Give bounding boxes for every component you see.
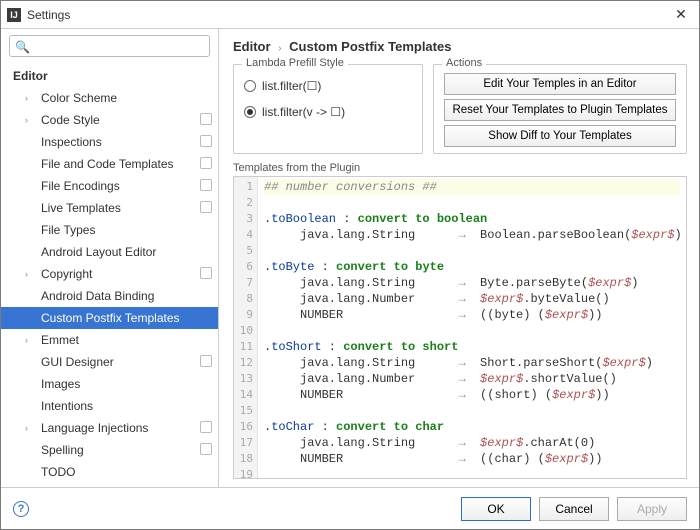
sidebar-item-custom-postfix-templates[interactable]: Custom Postfix Templates [1,307,218,329]
actions-legend: Actions [442,57,486,69]
lambda-option-2[interactable]: list.filter(v -> ☐) [244,99,412,125]
titlebar: IJ Settings ✕ [1,1,699,29]
close-icon[interactable]: ✕ [669,6,693,23]
reset-templates-button[interactable]: Reset Your Templates to Plugin Templates [444,99,676,121]
radio-checked-icon [244,106,256,118]
sidebar-item-label: Code Style [41,113,100,127]
lambda-prefill-group: Lambda Prefill Style list.filter(☐) list… [233,64,423,154]
sidebar-item-language-injections[interactable]: › Language Injections [1,417,218,439]
sidebar-item-images[interactable]: Images [1,373,218,395]
breadcrumb-root[interactable]: Editor [233,39,271,54]
search-input[interactable] [9,35,210,57]
sidebar-item-code-style[interactable]: › Code Style [1,109,218,131]
lambda-option-1[interactable]: list.filter(☐) [244,73,412,99]
line-gutter: 1 2 3 4 5 6 7 8 9 10 11 12 13 14 15 16 1… [234,177,258,478]
sidebar-item-intentions[interactable]: Intentions [1,395,218,417]
sidebar-item-todo[interactable]: TODO [1,461,218,483]
window-title: Settings [27,8,669,22]
sidebar-item-emmet[interactable]: › Emmet [1,329,218,351]
code-area[interactable]: ## number conversions ## .toBoolean : co… [258,177,686,478]
chevron-right-icon: › [278,43,281,54]
tree-heading-editor[interactable]: Editor [1,65,218,87]
search-icon: 🔍 [15,40,30,54]
sidebar-item-inspections[interactable]: Inspections [1,131,218,153]
sidebar-item-label: Color Scheme [41,91,117,105]
chevron-right-icon: › [25,329,28,351]
edit-templates-button[interactable]: Edit Your Temples in an Editor [444,73,676,95]
sidebar-item-label: Intentions [41,399,93,413]
dialog-footer: ? OK Cancel Apply [1,487,699,529]
templates-editor[interactable]: 1 2 3 4 5 6 7 8 9 10 11 12 13 14 15 16 1… [233,176,687,479]
sidebar-item-label: File Encodings [41,179,120,193]
sidebar-item-file-and-code-templates[interactable]: File and Code Templates [1,153,218,175]
sidebar-item-label: Android Layout Editor [41,245,156,259]
breadcrumb: Editor › Custom Postfix Templates [233,39,687,54]
sidebar-item-copyright[interactable]: › Copyright [1,263,218,285]
scope-marker-icon [200,201,212,213]
scope-marker-icon [200,179,212,191]
sidebar-item-label: Images [41,377,80,391]
templates-from-plugin-label: Templates from the Plugin [233,162,687,174]
main-panel: Editor › Custom Postfix Templates Lambda… [219,29,699,487]
lambda-legend: Lambda Prefill Style [242,57,348,69]
chevron-right-icon: › [25,417,28,439]
sidebar-item-color-scheme[interactable]: › Color Scheme [1,87,218,109]
lambda-option-2-label: list.filter(v -> ☐) [262,105,345,119]
scope-marker-icon [200,267,212,279]
scope-marker-icon [200,113,212,125]
chevron-right-icon: › [25,263,28,285]
sidebar-item-label: Inspections [41,135,102,149]
cancel-button[interactable]: Cancel [539,497,609,521]
sidebar-item-android-data-binding[interactable]: Android Data Binding [1,285,218,307]
app-icon: IJ [7,8,21,22]
actions-group: Actions Edit Your Temples in an Editor R… [433,64,687,154]
sidebar-item-label: Copyright [41,267,92,281]
lambda-option-1-label: list.filter(☐) [262,79,321,93]
scope-marker-icon [200,421,212,433]
scope-marker-icon [200,157,212,169]
scope-marker-icon [200,443,212,455]
chevron-right-icon: › [25,87,28,109]
sidebar-item-file-encodings[interactable]: File Encodings [1,175,218,197]
sidebar-item-file-types[interactable]: File Types [1,219,218,241]
radio-icon [244,80,256,92]
sidebar-item-label: GUI Designer [41,355,114,369]
sidebar-item-gui-designer[interactable]: GUI Designer [1,351,218,373]
sidebar-item-label: Language Injections [41,421,148,435]
sidebar-item-label: Custom Postfix Templates [41,311,180,325]
sidebar-item-spelling[interactable]: Spelling [1,439,218,461]
ok-button[interactable]: OK [461,497,531,521]
scope-marker-icon [200,355,212,367]
show-diff-button[interactable]: Show Diff to Your Templates [444,125,676,147]
chevron-right-icon: › [25,109,28,131]
settings-sidebar: 🔍 Editor › Color Scheme › Code Style Inspect… [1,29,219,487]
help-icon[interactable]: ? [13,501,29,517]
sidebar-item-live-templates[interactable]: Live Templates [1,197,218,219]
apply-button[interactable]: Apply [617,497,687,521]
settings-tree: Editor › Color Scheme › Code Style Inspectio… [1,61,218,487]
sidebar-item-label: TODO [41,465,75,479]
sidebar-item-label: Emmet [41,333,79,347]
scope-marker-icon [200,135,212,147]
settings-window: IJ Settings ✕ 🔍 Editor › Color Scheme › Cod… [0,0,700,530]
sidebar-item-label: File Types [41,223,95,237]
sidebar-item-label: File and Code Templates [41,157,174,171]
sidebar-item-android-layout-editor[interactable]: Android Layout Editor [1,241,218,263]
sidebar-item-label: Spelling [41,443,84,457]
sidebar-item-label: Android Data Binding [41,289,154,303]
sidebar-item-label: Live Templates [41,201,121,215]
breadcrumb-leaf: Custom Postfix Templates [289,39,451,54]
